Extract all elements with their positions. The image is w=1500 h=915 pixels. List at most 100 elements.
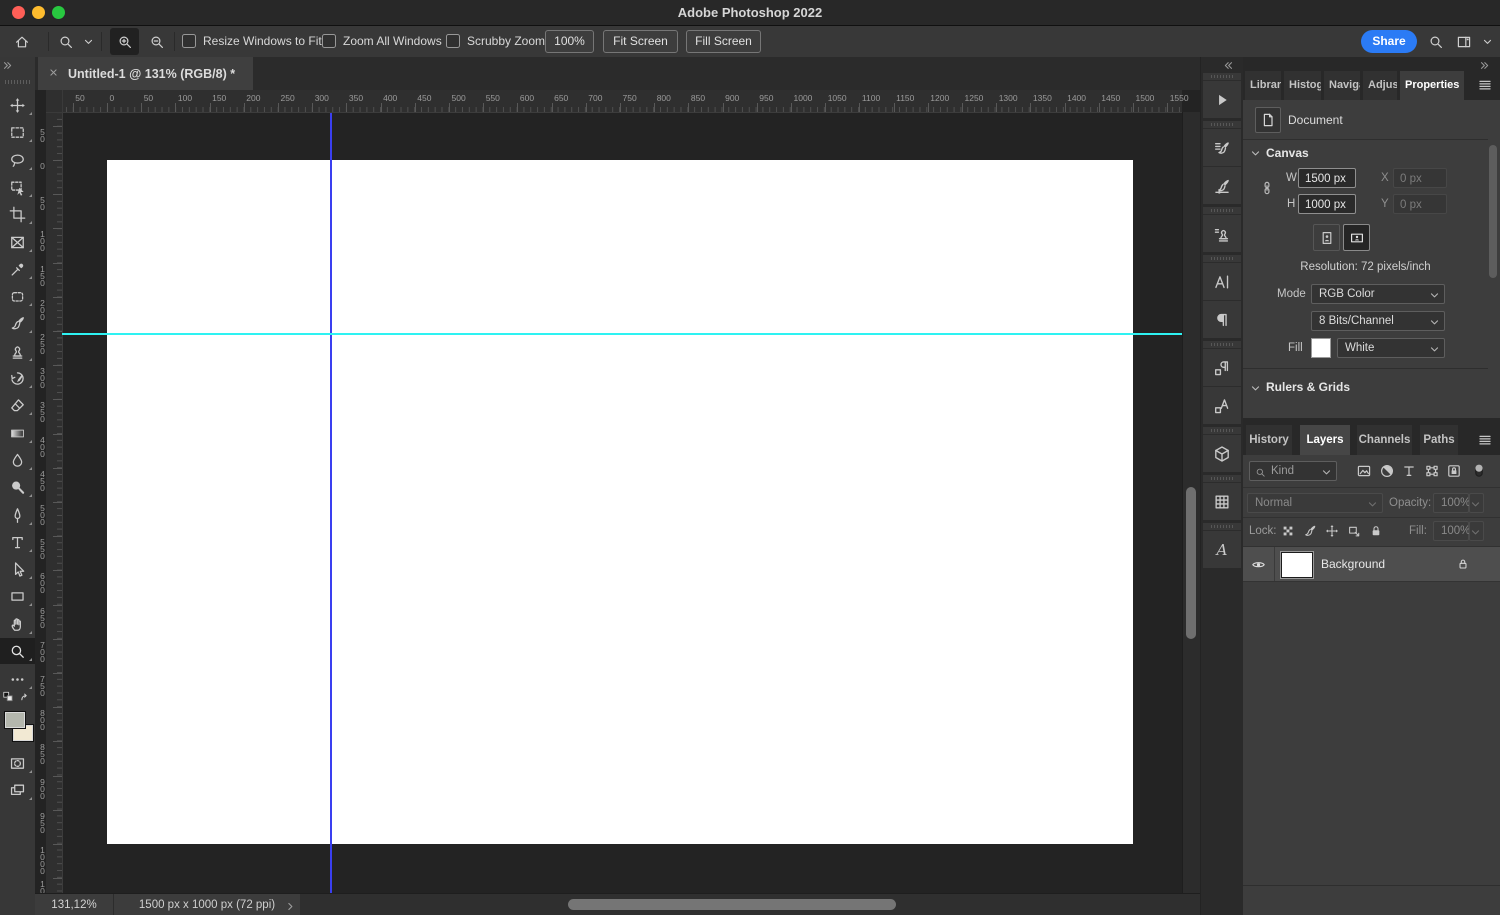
tab-navigator[interactable]: Navigator	[1324, 71, 1360, 100]
height-field[interactable]: 1000 px	[1298, 194, 1356, 214]
swap-colors-icon[interactable]	[18, 690, 32, 709]
zoom-level-field[interactable]: 131,12%	[35, 894, 114, 915]
panel-group-grip[interactable]	[1203, 427, 1241, 434]
option-checkbox-1[interactable]: Resize Windows to Fit	[182, 34, 322, 48]
landscape-orientation-button[interactable]	[1343, 224, 1370, 251]
tool-preset-chevron-icon[interactable]	[83, 36, 94, 47]
character-panel[interactable]	[1203, 262, 1241, 300]
tab-channels[interactable]: Channels	[1357, 425, 1412, 455]
more-tools-icon[interactable]	[0, 666, 35, 692]
type-tool[interactable]	[0, 529, 35, 555]
panel-group-grip[interactable]	[1203, 207, 1241, 214]
workspace-switcher-icon[interactable]	[1456, 34, 1472, 50]
brush-settings-panel[interactable]	[1203, 128, 1241, 166]
status-options-chevron-icon[interactable]	[285, 898, 296, 915]
tools-drag-grip[interactable]	[5, 80, 30, 84]
actions-panel[interactable]	[1203, 80, 1241, 118]
opacity-chevron[interactable]	[1469, 493, 1484, 513]
horizontal-scrollbar-thumb[interactable]	[568, 899, 896, 910]
zoom-percent-field[interactable]: 100%	[545, 30, 594, 53]
panel-group-grip[interactable]	[1203, 341, 1241, 348]
tab-libraries[interactable]: Libraries	[1245, 71, 1281, 100]
filter-type-layers-icon[interactable]	[1401, 463, 1417, 479]
filter-shape-layers-icon[interactable]	[1424, 463, 1440, 479]
expand-tools-icon[interactable]	[2, 58, 13, 76]
horizontal-guide[interactable]	[62, 333, 1183, 335]
lock-position-icon[interactable]	[1325, 524, 1339, 538]
layer-fill-chevron[interactable]	[1469, 521, 1484, 541]
search-icon[interactable]	[1428, 34, 1444, 50]
pen-tool[interactable]	[0, 502, 35, 528]
properties-panel-menu-icon[interactable]	[1477, 77, 1493, 98]
foreground-color-swatch[interactable]	[4, 711, 26, 729]
zoom-out-button[interactable]	[142, 28, 171, 55]
rectangle-tool[interactable]	[0, 583, 35, 609]
layer-visibility-toggle[interactable]	[1243, 547, 1275, 581]
close-document-icon[interactable]	[48, 67, 59, 81]
blur-tool[interactable]	[0, 447, 35, 473]
canvas[interactable]	[107, 160, 1133, 844]
layers-panel-menu-icon[interactable]	[1477, 432, 1493, 453]
x-field[interactable]: 0 px	[1393, 168, 1447, 188]
zoom-tool[interactable]	[0, 638, 35, 664]
workspace-chevron-icon[interactable]	[1482, 36, 1493, 47]
filter-smart-objects-icon[interactable]	[1446, 463, 1462, 479]
ruler-origin-corner[interactable]	[46, 90, 63, 113]
healing-brush-tool[interactable]	[0, 283, 35, 309]
vertical-scrollbar[interactable]	[1182, 112, 1200, 893]
3d-panel[interactable]	[1203, 434, 1241, 472]
tab-layers[interactable]: Layers	[1300, 425, 1350, 455]
tab-history[interactable]: History	[1246, 425, 1292, 455]
portrait-orientation-button[interactable]	[1313, 224, 1340, 251]
layer-thumbnail[interactable]	[1281, 552, 1313, 578]
mode-select[interactable]: RGB Color	[1311, 284, 1445, 304]
zoom-tool-preset-icon[interactable]	[58, 34, 74, 50]
lock-paint-icon[interactable]	[1303, 524, 1317, 538]
fill-select[interactable]: White	[1337, 338, 1445, 358]
panel-group-grip[interactable]	[1203, 475, 1241, 482]
document-tab[interactable]: Untitled-1 @ 131% (RGB/8) *	[38, 57, 253, 90]
blend-mode-select[interactable]: Normal	[1247, 493, 1383, 513]
crop-tool[interactable]	[0, 201, 35, 227]
eraser-tool[interactable]	[0, 392, 35, 418]
checkbox-icon[interactable]	[322, 34, 336, 48]
panel-group-grip[interactable]	[1203, 121, 1241, 128]
tab-histogram[interactable]: Histogram	[1284, 71, 1321, 100]
fill-color-swatch[interactable]	[1311, 338, 1331, 358]
fill-screen-button[interactable]: Fill Screen	[686, 30, 761, 53]
panel-group-grip[interactable]	[1203, 523, 1241, 530]
brush-tool[interactable]	[0, 310, 35, 336]
clone-stamp-tool[interactable]	[0, 338, 35, 364]
fit-screen-button[interactable]: Fit Screen	[603, 30, 678, 53]
tab-paths[interactable]: Paths	[1420, 425, 1458, 455]
frame-tool[interactable]	[0, 229, 35, 255]
tab-adjustments[interactable]: Adjustments	[1363, 71, 1397, 100]
vertical-guide[interactable]	[330, 113, 332, 893]
layer-row[interactable]: Background	[1243, 547, 1500, 582]
clone-source-panel[interactable]	[1203, 214, 1241, 252]
screen-mode-button[interactable]	[0, 777, 35, 803]
vertical-scrollbar-thumb[interactable]	[1186, 487, 1196, 639]
patterns-panel[interactable]	[1203, 482, 1241, 520]
option-checkbox-3[interactable]: Scrubby Zoom	[446, 34, 545, 48]
filter-adjustment-layers-icon[interactable]	[1379, 463, 1395, 479]
brushes-panel[interactable]	[1203, 166, 1241, 204]
layer-filter-toggle[interactable]	[1471, 462, 1487, 478]
eyedropper-tool[interactable]	[0, 256, 35, 282]
link-dimensions-icon[interactable]	[1259, 180, 1275, 199]
glyphs-panel[interactable]: A	[1203, 530, 1241, 568]
properties-scrollbar-thumb[interactable]	[1489, 145, 1497, 278]
character-styles-panel[interactable]	[1203, 386, 1241, 424]
opacity-field[interactable]: 100%	[1433, 493, 1469, 513]
y-field[interactable]: 0 px	[1393, 194, 1447, 214]
bit-depth-select[interactable]: 8 Bits/Channel	[1311, 311, 1445, 331]
paragraph-styles-panel[interactable]	[1203, 348, 1241, 386]
zoom-in-button[interactable]	[110, 28, 139, 55]
layer-filter-select[interactable]: Kind	[1249, 461, 1337, 481]
lock-transparency-icon[interactable]	[1281, 524, 1295, 538]
hand-tool[interactable]	[0, 611, 35, 637]
lock-artboard-icon[interactable]	[1347, 524, 1361, 538]
dodge-tool[interactable]	[0, 474, 35, 500]
home-icon[interactable]	[14, 34, 30, 50]
panel-group-grip[interactable]	[1203, 73, 1241, 80]
